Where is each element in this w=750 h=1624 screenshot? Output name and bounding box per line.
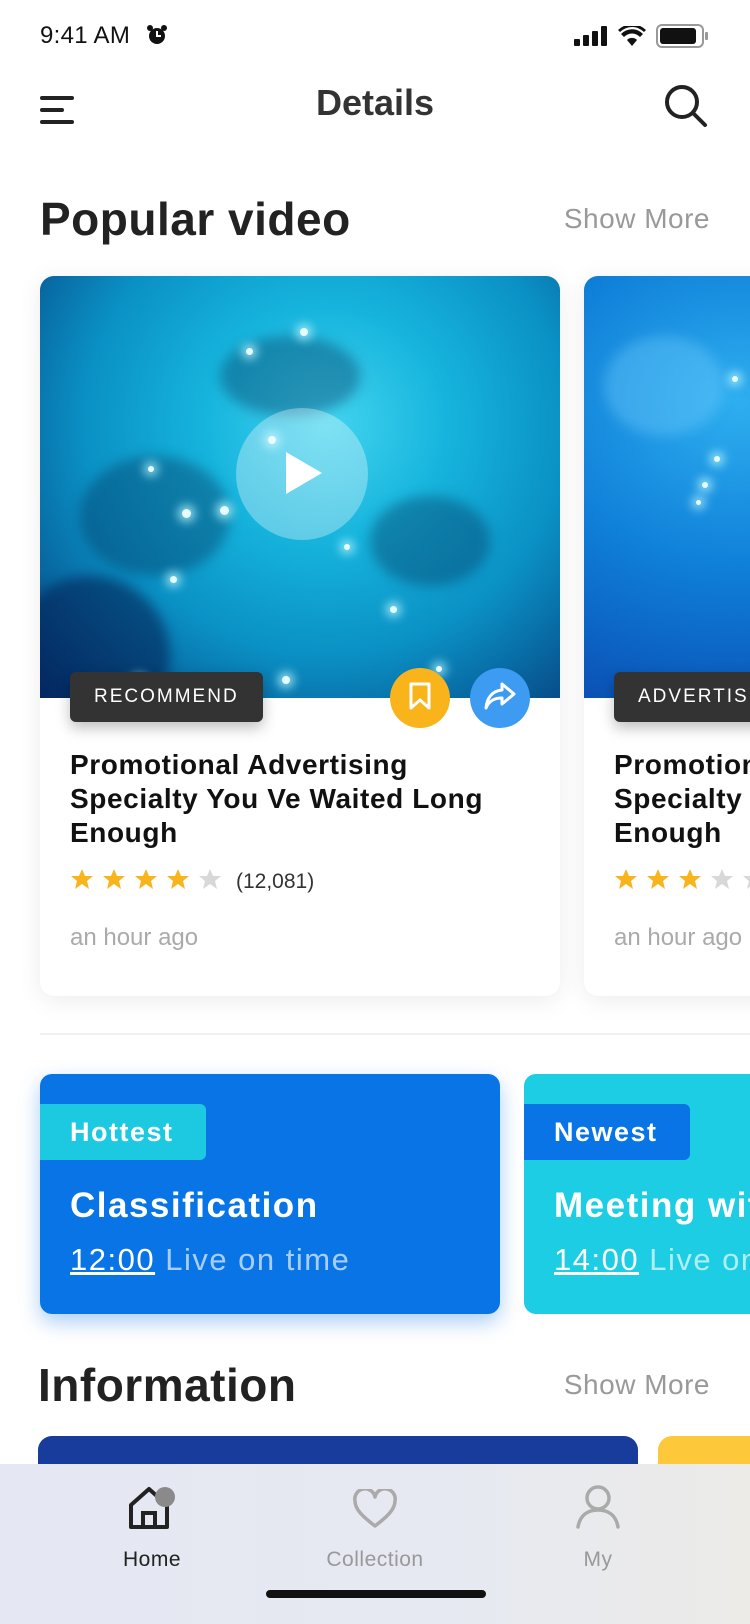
video-thumbnail xyxy=(584,276,750,698)
popular-video-header: Popular video Show More xyxy=(40,192,710,246)
wifi-icon xyxy=(618,24,646,51)
star-icon xyxy=(134,868,158,895)
tab-label: Home xyxy=(122,1548,182,1571)
live-label: Live on time xyxy=(649,1242,750,1277)
page-title: Details xyxy=(315,82,435,123)
star-rating xyxy=(614,868,750,895)
live-card[interactable]: Hottest Classification 12:00 Live on tim… xyxy=(40,1074,500,1314)
tab-label: Collection xyxy=(326,1548,424,1571)
live-schedule: 12:00 Live on time xyxy=(70,1242,350,1278)
video-title: Promotional Advertising Specialty You Ve… xyxy=(70,749,484,848)
share-button[interactable] xyxy=(470,668,530,728)
section-title: Information xyxy=(38,1359,297,1411)
live-name: Classification xyxy=(70,1186,319,1225)
star-empty-icon xyxy=(710,868,734,895)
live-badge: Newest xyxy=(524,1104,690,1160)
video-tag: ADVERTISING xyxy=(614,672,750,722)
show-more-link[interactable]: Show More xyxy=(564,1369,710,1401)
alarm-icon xyxy=(146,24,168,51)
live-label: Live on time xyxy=(165,1242,351,1277)
star-icon xyxy=(646,868,670,895)
rating-count: (12,081) xyxy=(236,869,315,893)
star-empty-icon xyxy=(742,868,750,895)
show-more-link[interactable]: Show More xyxy=(564,203,710,235)
time-ago: an hour ago xyxy=(70,924,199,951)
tab-bar: Home Collection My xyxy=(0,1464,750,1624)
tab-label: My xyxy=(583,1548,613,1571)
bookmark-button[interactable] xyxy=(390,668,450,728)
video-card[interactable]: ADVERTISING Promotional Advertising Spec… xyxy=(584,276,750,996)
video-tag: RECOMMEND xyxy=(70,672,263,722)
tab-collection[interactable]: Collection xyxy=(295,1484,455,1572)
video-thumbnail xyxy=(40,276,560,698)
star-icon xyxy=(70,868,94,895)
heart-icon xyxy=(352,1487,398,1534)
user-icon xyxy=(575,1483,621,1534)
star-empty-icon xyxy=(198,868,222,895)
live-name: Meeting with xyxy=(554,1186,750,1225)
live-time: 12:00 xyxy=(70,1242,156,1277)
information-header: Information Show More xyxy=(38,1358,710,1412)
bookmark-icon xyxy=(407,681,433,716)
video-card[interactable]: RECOMMEND Promotional Advertising Specia… xyxy=(40,276,560,996)
nav-bar: Details xyxy=(0,72,750,172)
star-icon xyxy=(166,868,190,895)
time-ago: an hour ago xyxy=(614,924,743,951)
star-icon xyxy=(678,868,702,895)
section-title: Popular video xyxy=(40,193,351,245)
live-time: 14:00 xyxy=(554,1242,640,1277)
tab-my[interactable]: My xyxy=(518,1484,678,1572)
play-button[interactable] xyxy=(236,408,368,540)
tab-home[interactable]: Home xyxy=(72,1484,232,1572)
star-rating: (12,081) xyxy=(70,868,314,895)
signal-icon xyxy=(574,26,608,51)
home-indicator xyxy=(266,1590,486,1598)
status-time: 9:41 AM xyxy=(40,22,131,49)
share-icon xyxy=(484,682,516,715)
live-card[interactable]: Newest Meeting with 14:00 Live on time xyxy=(524,1074,750,1314)
star-icon xyxy=(614,868,638,895)
live-badge: Hottest xyxy=(40,1104,206,1160)
screen: 9:41 AM Details Popular video Show More … xyxy=(0,0,750,1624)
divider xyxy=(40,1033,750,1035)
search-icon[interactable] xyxy=(662,82,710,130)
video-title: Promotional Advertising Specialty You Ve… xyxy=(614,749,750,848)
battery-icon xyxy=(656,24,710,53)
home-icon xyxy=(127,1485,177,1534)
status-bar: 9:41 AM xyxy=(0,0,750,72)
star-icon xyxy=(102,868,126,895)
live-schedule: 14:00 Live on time xyxy=(554,1242,750,1278)
